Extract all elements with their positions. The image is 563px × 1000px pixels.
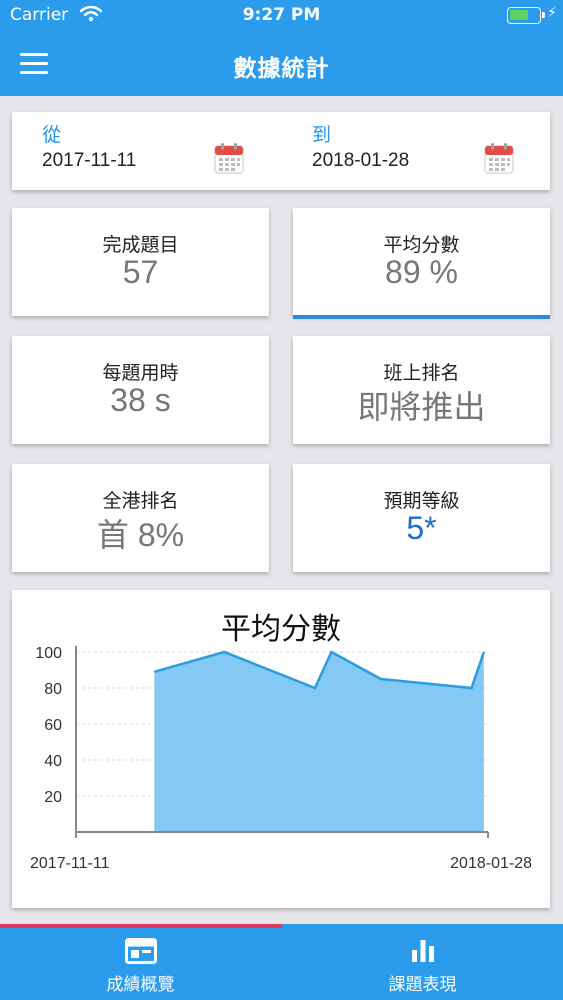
tab-bar: 成績概覽 課題表現 [0,928,563,1000]
status-time: 9:27 PM [242,5,321,25]
selected-indicator [293,315,550,319]
stat-value: 89 % [385,254,458,290]
page-title: 數據統計 [233,56,330,82]
from-date-value[interactable]: 2017-11-11 [42,150,136,172]
from-label: 從 [42,124,62,146]
tab-label: 成績概覽 [106,975,175,995]
stat-value: 即將推出 [357,389,486,425]
to-calendar-icon[interactable] [484,142,514,174]
tab-label: 課題表現 [388,975,457,995]
stat-label: 每題用時 [102,362,179,384]
from-calendar-icon[interactable] [214,142,244,174]
stat-hk-ranking[interactable]: 全港排名 首 8% [12,464,269,572]
stat-label: 班上排名 [383,362,460,384]
tab-overview[interactable]: 成績概覽 [0,928,281,1000]
to-label: 到 [312,124,332,146]
stat-class-ranking[interactable]: 班上排名 即將推出 [293,336,550,444]
stat-average-score[interactable]: 平均分數 89 % [293,208,550,319]
dashboard-icon [124,938,157,968]
y-tick-label: 100 [35,645,62,662]
x-tick-label: 2018-01-28 [450,855,532,872]
tab-topic-performance[interactable]: 課題表現 [282,928,563,1000]
stat-expected-grade[interactable]: 預期等級 5* [293,464,550,572]
stat-time-per-question[interactable]: 每題用時 38 s [12,336,269,444]
battery-icon [507,7,545,24]
y-tick-label: 40 [44,753,62,770]
y-tick-label: 60 [44,717,62,734]
y-tick-label: 20 [44,789,62,806]
stat-completed-questions[interactable]: 完成題目 57 [12,208,269,316]
stat-label: 平均分數 [383,234,460,256]
charging-icon: ⚡ [547,5,557,21]
average-score-chart: 20 40 60 80 100 2017-11-11 2018-01-28 [30,645,532,872]
average-score-chart-card: 平均分數 20 40 60 80 100 2017-11-11 2018-01-28 [12,590,550,908]
stat-label: 預期等級 [383,490,460,512]
bar-chart-icon [409,938,437,968]
stat-label: 完成題目 [102,234,179,256]
to-date-value[interactable]: 2018-01-28 [312,150,409,172]
stat-value: 5* [406,510,437,546]
stat-value: 38 s [110,382,171,418]
stat-value: 首 8% [96,517,185,553]
date-range-card: 從 2017-11-11 到 2018-01-28 [12,112,550,190]
y-tick-label: 80 [44,681,62,698]
nav-bar: 數據統計 [0,32,563,96]
stat-value: 57 [122,254,159,290]
status-bar: Carrier 9:27 PM ⚡ [0,0,563,32]
x-tick-label: 2017-11-11 [30,855,110,872]
stat-label: 全港排名 [102,490,179,512]
